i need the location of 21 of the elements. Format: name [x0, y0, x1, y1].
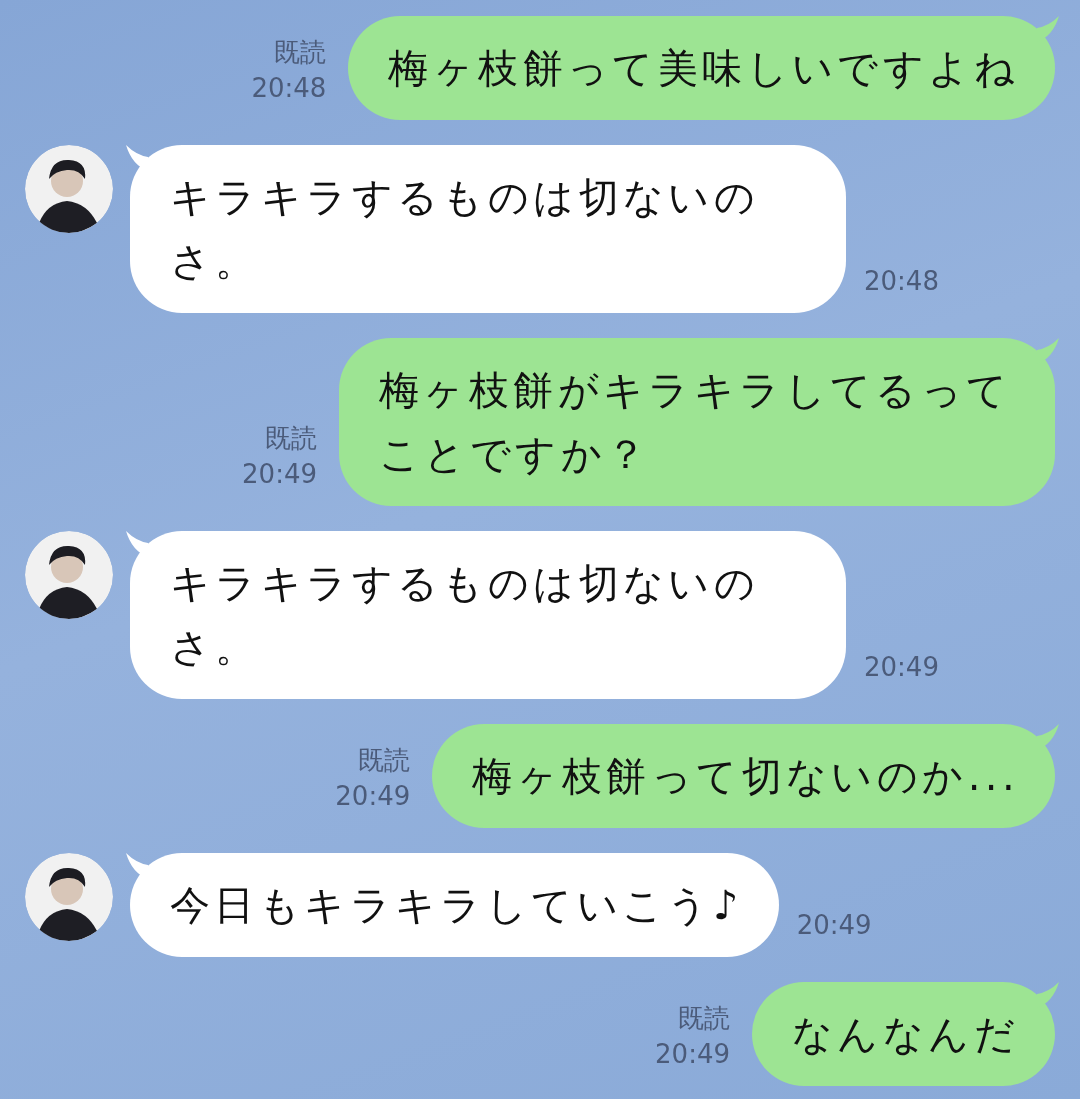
message-time: 20:49 [864, 651, 939, 684]
message-bubble: キラキラするものは切ないのさ。 [130, 145, 846, 313]
message-bubble: 梅ヶ枝餅って切ないのか... [432, 724, 1055, 828]
read-receipt: 既読 [358, 744, 411, 777]
read-receipt: 既読 [274, 36, 327, 69]
message-time: 20:48 [864, 265, 939, 298]
avatar[interactable] [25, 145, 113, 233]
message-time: 20:49 [796, 909, 872, 942]
avatar[interactable] [25, 853, 113, 941]
message-bubble: 今日もキラキラしていこう♪ [130, 853, 779, 957]
read-receipt: 既読 [265, 422, 317, 455]
message-bubble: 梅ヶ枝餅がキラキラしてるってことですか？ [339, 338, 1055, 506]
read-receipt: 既読 [678, 1002, 730, 1035]
message-bubble: キラキラするものは切ないのさ。 [130, 531, 846, 699]
avatar[interactable] [25, 531, 113, 619]
message-time: 20:49 [242, 458, 317, 491]
message-time: 20:48 [251, 72, 327, 105]
message-time: 20:49 [335, 780, 411, 813]
message-bubble: なんなんだ [752, 982, 1055, 1086]
message-time: 20:49 [655, 1038, 730, 1071]
message-bubble: 梅ヶ枝餅って美味しいですよね [348, 16, 1055, 120]
